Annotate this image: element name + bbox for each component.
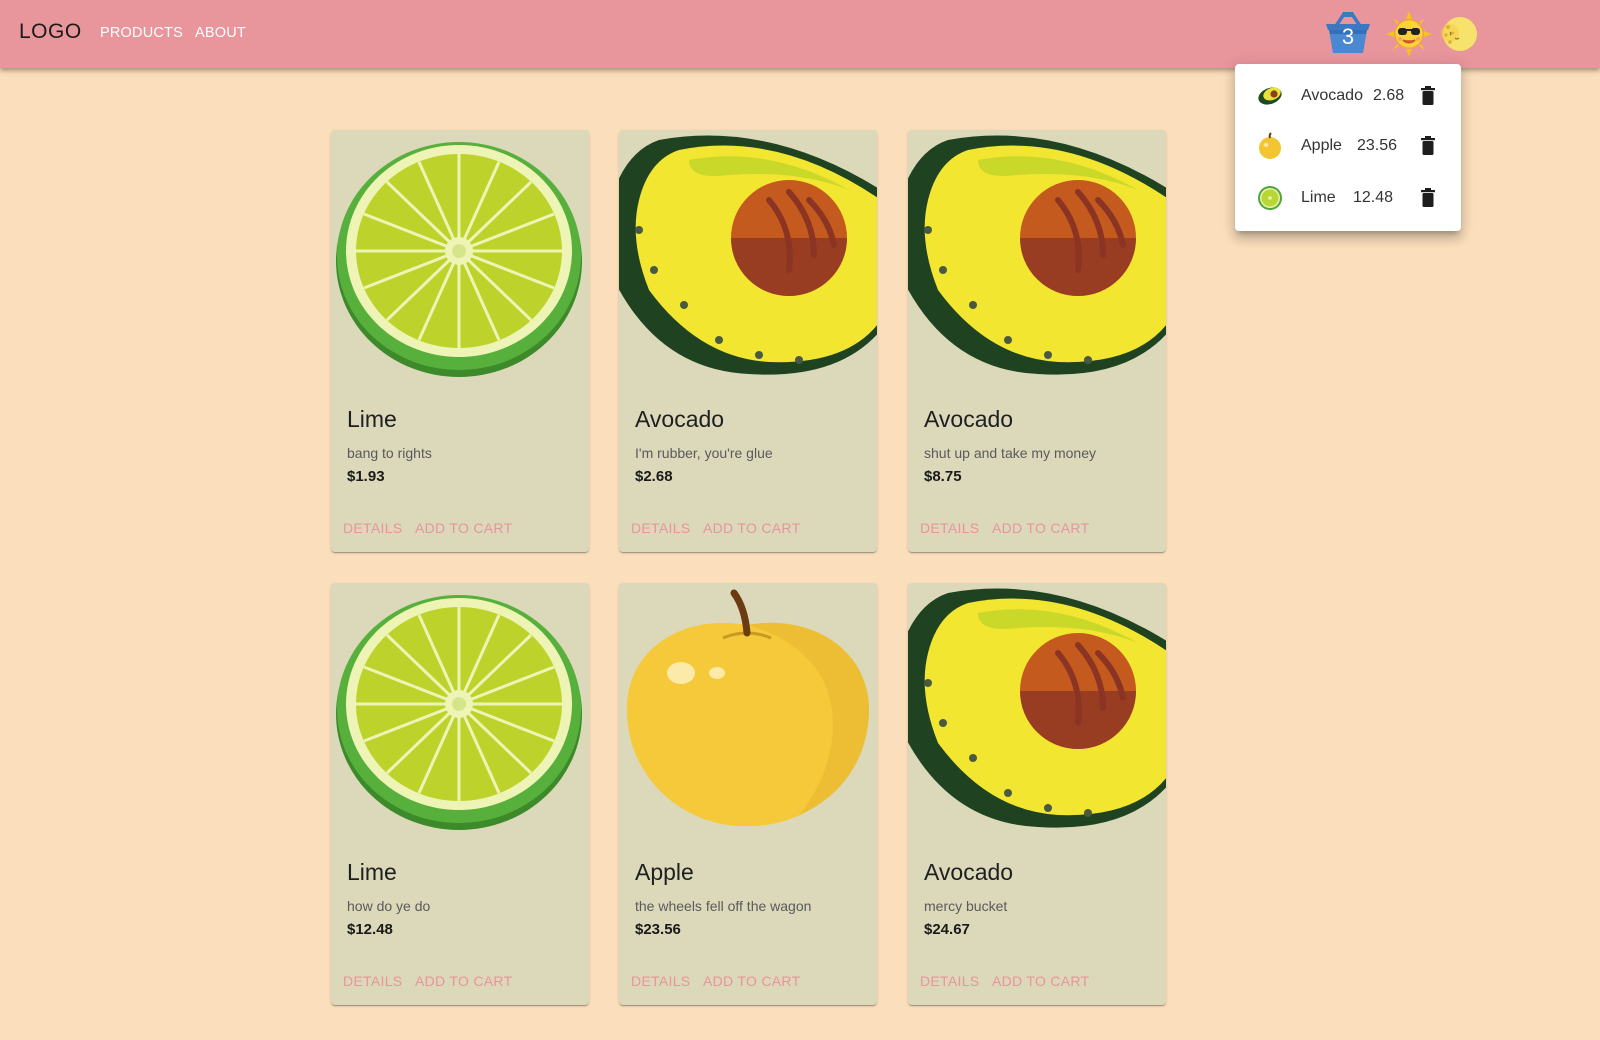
product-price: $12.48 — [347, 921, 393, 938]
product-image — [908, 583, 1166, 833]
trash-icon[interactable] — [1419, 86, 1437, 106]
avocado-icon — [908, 135, 1166, 375]
product-title: Apple — [635, 859, 694, 885]
product-price: $8.75 — [924, 468, 962, 485]
product-price: $23.56 — [635, 921, 681, 938]
cart-item-price: 23.56 — [1357, 137, 1398, 154]
nav-products-link[interactable]: PRODUCTS — [100, 25, 183, 41]
product-card: Avocado shut up and take my money $8.75 … — [908, 130, 1166, 552]
product-title: Lime — [347, 859, 397, 885]
details-button[interactable]: DETAILS — [631, 520, 690, 536]
cart-item-name: Lime — [1301, 189, 1336, 206]
product-description: shut up and take my money — [924, 445, 1096, 461]
app-bar: LOGO PRODUCTS ABOUT 3 — [0, 0, 1600, 68]
avocado-icon — [1258, 87, 1282, 105]
details-button[interactable]: DETAILS — [343, 520, 402, 536]
cart-item-price: 12.48 — [1353, 189, 1394, 206]
lime-icon — [336, 595, 582, 830]
add-to-cart-button[interactable]: ADD TO CART — [703, 520, 800, 536]
product-card: Lime bang to rights $1.93 DETAILS ADD TO… — [331, 130, 589, 552]
lime-icon — [1258, 186, 1282, 210]
cart-popup: Avocado 2.68 Apple 23.56 Lime 12.48 — [1235, 64, 1461, 231]
product-card: Lime how do ye do $12.48 DETAILS ADD TO … — [331, 583, 589, 1005]
trash-icon[interactable] — [1419, 136, 1437, 156]
cart-item-price: 2.68 — [1373, 87, 1405, 104]
apple-icon — [1259, 132, 1281, 159]
product-image — [331, 583, 589, 833]
avocado-icon — [619, 135, 877, 375]
cart-count-badge: 3 — [1341, 24, 1355, 49]
light-theme-button[interactable] — [1386, 11, 1432, 57]
add-to-cart-button[interactable]: ADD TO CART — [415, 520, 512, 536]
product-price: $2.68 — [635, 468, 673, 485]
avocado-icon — [908, 588, 1166, 828]
product-card: Apple the wheels fell off the wagon $23.… — [619, 583, 877, 1005]
product-card: Avocado I'm rubber, you're glue $2.68 DE… — [619, 130, 877, 552]
product-price: $1.93 — [347, 468, 385, 485]
details-button[interactable]: DETAILS — [920, 520, 979, 536]
cart-button[interactable]: 3 — [1324, 10, 1372, 54]
cart-item: Apple 23.56 — [1235, 126, 1461, 166]
details-button[interactable]: DETAILS — [631, 973, 690, 989]
product-description: how do ye do — [347, 898, 431, 914]
product-title: Avocado — [924, 406, 1014, 432]
cart-item: Lime 12.48 — [1235, 178, 1461, 218]
product-title: Avocado — [635, 406, 725, 432]
product-description: the wheels fell off the wagon — [635, 898, 812, 914]
cart-item-name: Apple — [1301, 137, 1342, 154]
details-button[interactable]: DETAILS — [343, 973, 402, 989]
details-button[interactable]: DETAILS — [920, 973, 979, 989]
product-image — [331, 130, 589, 380]
product-description: I'm rubber, you're glue — [635, 445, 773, 461]
product-price: $24.67 — [924, 921, 970, 938]
cart-item-name: Avocado — [1301, 87, 1363, 104]
logo[interactable]: LOGO — [19, 20, 82, 44]
product-image — [908, 130, 1166, 380]
add-to-cart-button[interactable]: ADD TO CART — [703, 973, 800, 989]
product-image — [619, 130, 877, 380]
dark-theme-button[interactable] — [1438, 13, 1480, 55]
product-title: Avocado — [924, 859, 1014, 885]
add-to-cart-button[interactable]: ADD TO CART — [992, 520, 1089, 536]
product-card: Avocado mercy bucket $24.67 DETAILS ADD … — [908, 583, 1166, 1005]
sun-sunglasses-icon — [1386, 11, 1432, 57]
add-to-cart-button[interactable]: ADD TO CART — [415, 973, 512, 989]
apple-icon — [626, 589, 870, 827]
product-description: bang to rights — [347, 445, 432, 461]
lime-icon — [336, 142, 582, 377]
moon-icon — [1441, 17, 1477, 51]
add-to-cart-button[interactable]: ADD TO CART — [992, 973, 1089, 989]
trash-icon[interactable] — [1419, 188, 1437, 208]
product-title: Lime — [347, 406, 397, 432]
nav-about-link[interactable]: ABOUT — [195, 25, 246, 41]
product-description: mercy bucket — [924, 898, 1008, 914]
cart-item: Avocado 2.68 — [1235, 76, 1461, 116]
product-image — [619, 583, 877, 833]
